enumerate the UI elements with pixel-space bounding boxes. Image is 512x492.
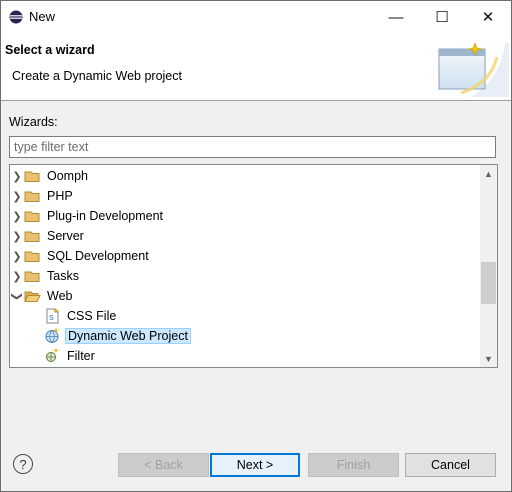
tree-item-label: Oomph <box>47 169 88 183</box>
wizards-label: Wizards: <box>9 115 58 129</box>
tree-item-label: SQL Development <box>47 249 149 263</box>
css-file-icon: S <box>46 308 59 324</box>
close-button[interactable]: ✕ <box>465 1 511 33</box>
tree-item-label: Web <box>47 289 73 303</box>
tree-item-dynamic-web-project[interactable]: Dynamic Web Project <box>30 326 497 346</box>
web-project-icon <box>45 328 59 343</box>
banner-message: Create a Dynamic Web project <box>12 69 182 83</box>
tree-item-filter[interactable]: Filter <box>30 346 497 366</box>
maximize-button[interactable]: ☐ <box>419 1 465 33</box>
new-wizard-banner-icon <box>438 42 509 97</box>
banner-title: Select a wizard <box>5 43 95 57</box>
cancel-button[interactable]: Cancel <box>405 453 496 477</box>
help-icon[interactable]: ? <box>13 454 33 474</box>
filter-input[interactable] <box>9 136 496 158</box>
tree-item-label: Plug-in Development <box>47 209 164 223</box>
tree-item-sql-development[interactable]: ❯ SQL Development <box>10 246 478 266</box>
tree-item-tasks[interactable]: ❯ Tasks <box>10 266 478 286</box>
wizard-banner: Select a wizard Create a Dynamic Web pro… <box>1 33 511 101</box>
chevron-right-icon[interactable]: ❯ <box>10 190 24 203</box>
tree-item-label: Tasks <box>47 269 79 283</box>
next-button[interactable]: Next > <box>210 453 300 477</box>
tree-item-plugin-development[interactable]: ❯ Plug-in Development <box>10 206 478 226</box>
scroll-up-icon[interactable]: ▲ <box>480 165 497 182</box>
open-folder-icon <box>24 291 41 302</box>
wizard-dialog: New — ☐ ✕ Select a wizard Create a Dynam… <box>0 0 512 492</box>
tree-item-label: Dynamic Web Project <box>65 328 191 344</box>
title-bar: New — ☐ ✕ <box>1 1 511 33</box>
scrollbar-thumb[interactable] <box>481 262 496 304</box>
chevron-right-icon[interactable]: ❯ <box>10 230 24 243</box>
chevron-right-icon[interactable]: ❯ <box>10 170 24 183</box>
tree-scrollbar[interactable]: ▲ ▼ <box>480 165 497 367</box>
filter-wizard-icon <box>46 348 59 362</box>
close-icon: ✕ <box>481 9 495 26</box>
folder-icon <box>24 271 40 282</box>
chevron-right-icon[interactable]: ❯ <box>10 270 24 283</box>
maximize-icon: ☐ <box>435 9 449 26</box>
chevron-right-icon[interactable]: ❯ <box>10 210 24 223</box>
tree-item-label: CSS File <box>67 309 117 323</box>
folder-icon <box>24 231 40 242</box>
folder-icon <box>24 251 40 262</box>
tree-item-label: Filter <box>67 349 95 363</box>
finish-button[interactable]: Finish <box>308 453 399 477</box>
folder-icon <box>24 211 40 222</box>
back-button[interactable]: < Back <box>118 453 209 477</box>
svg-text:S: S <box>49 315 54 322</box>
chevron-right-icon[interactable]: ❯ <box>10 250 24 263</box>
chevron-down-icon[interactable]: ❯ <box>11 289 24 303</box>
minimize-button[interactable]: — <box>373 1 419 33</box>
minimize-icon: — <box>388 8 404 26</box>
eclipse-icon <box>9 10 23 24</box>
tree-item-css-file[interactable]: S CSS File <box>30 306 497 326</box>
window-title: New <box>29 9 56 24</box>
folder-icon <box>24 191 40 202</box>
tree-item-php[interactable]: ❯ PHP <box>10 186 478 206</box>
tree-item-oomph[interactable]: ❯ Oomph <box>10 166 478 186</box>
scroll-down-icon[interactable]: ▼ <box>480 350 497 367</box>
tree-item-server[interactable]: ❯ Server <box>10 226 478 246</box>
tree-item-web[interactable]: ❯ Web <box>10 286 478 306</box>
folder-icon <box>24 171 40 182</box>
wizard-tree[interactable]: ❯ Oomph ❯ PHP ❯ Plug-in Development ❯ Se… <box>9 164 498 368</box>
tree-item-label: Server <box>47 229 84 243</box>
tree-item-label: PHP <box>47 189 73 203</box>
